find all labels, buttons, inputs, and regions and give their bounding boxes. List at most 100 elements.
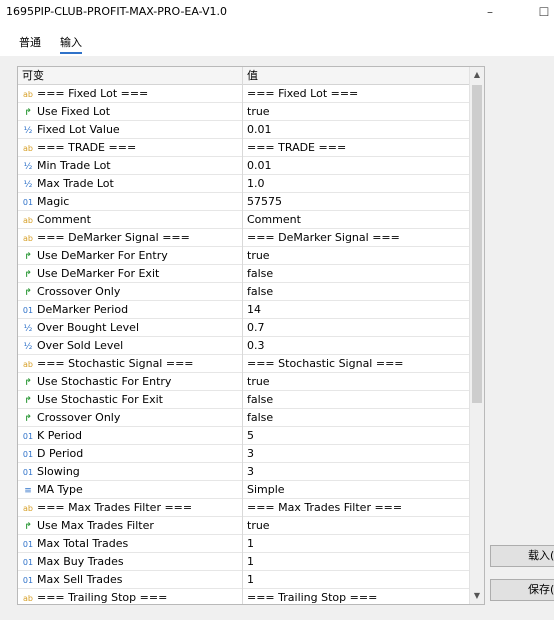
table-row[interactable]: 01 Slowing 3	[18, 463, 469, 481]
param-value-cell[interactable]: 0.7	[244, 319, 469, 337]
tab-common[interactable]: 普通	[19, 34, 41, 50]
save-button[interactable]: 保存(S)	[490, 579, 554, 601]
param-value-cell[interactable]: true	[244, 247, 469, 265]
table-row[interactable]: ab === Max Trades Filter === === Max Trade…	[18, 499, 469, 517]
param-value-cell[interactable]: 5	[244, 427, 469, 445]
param-value-cell[interactable]: === Trailing Stop ===	[244, 589, 469, 604]
param-name-cell: ab === Fixed Lot ===	[18, 85, 243, 103]
table-row[interactable]: ↱ Use Stochastic For Entry true	[18, 373, 469, 391]
param-name-cell: 01 D Period	[18, 445, 243, 463]
table-row[interactable]: 01 D Period 3	[18, 445, 469, 463]
table-row[interactable]: ab === Fixed Lot === === Fixed Lot ===	[18, 85, 469, 103]
double-type-icon: ½	[23, 162, 33, 172]
inputs-table[interactable]: 可变 值 ab === Fixed Lot === === Fixed Lot ==…	[17, 66, 485, 605]
param-name-cell: ab === Trailing Stop ===	[18, 589, 243, 604]
param-name: Over Bought Level	[37, 321, 140, 334]
param-value-cell[interactable]: === Max Trades Filter ===	[244, 499, 469, 517]
param-value-cell[interactable]: 0.3	[244, 337, 469, 355]
param-value-cell[interactable]: 57575	[244, 193, 469, 211]
table-row[interactable]: ab === Trailing Stop === === Trailing Stop…	[18, 589, 469, 604]
bool-type-icon: ↱	[24, 396, 32, 406]
table-row[interactable]: ↱ Use DeMarker For Exit false	[18, 265, 469, 283]
inputs-grid: 可变 值 ab === Fixed Lot === === Fixed Lot ==…	[18, 67, 469, 604]
param-name-cell: 01 K Period	[18, 427, 243, 445]
table-row[interactable]: ≡ MA Type Simple	[18, 481, 469, 499]
table-row[interactable]: ab === Stochastic Signal === === Stochasti…	[18, 355, 469, 373]
param-value-cell[interactable]: 1	[244, 553, 469, 571]
table-row[interactable]: ↱ Use DeMarker For Entry true	[18, 247, 469, 265]
table-row[interactable]: ↱ Use Fixed Lot true	[18, 103, 469, 121]
table-row[interactable]: ½ Max Trade Lot 1.0	[18, 175, 469, 193]
param-name: Fixed Lot Value	[37, 123, 120, 136]
param-value-cell[interactable]: 3	[244, 463, 469, 481]
param-value-cell[interactable]: 1.0	[244, 175, 469, 193]
param-name-cell: ↱ Use DeMarker For Exit	[18, 265, 243, 283]
table-row[interactable]: 01 DeMarker Period 14	[18, 301, 469, 319]
param-value-cell[interactable]: false	[244, 265, 469, 283]
column-header-value[interactable]: 值	[244, 67, 469, 85]
table-row[interactable]: ½ Min Trade Lot 0.01	[18, 157, 469, 175]
param-name: === Fixed Lot ===	[37, 87, 149, 100]
param-value-cell[interactable]: === DeMarker Signal ===	[244, 229, 469, 247]
table-row[interactable]: ↱ Crossover Only false	[18, 283, 469, 301]
table-row[interactable]: ab === TRADE === === TRADE ===	[18, 139, 469, 157]
table-row[interactable]: ab === DeMarker Signal === === DeMarker Si…	[18, 229, 469, 247]
scroll-up-arrow-icon[interactable]: ▲	[470, 68, 484, 82]
scrollbar-thumb[interactable]	[472, 85, 482, 403]
scroll-down-arrow-icon[interactable]: ▼	[470, 589, 484, 603]
param-value-cell[interactable]: Simple	[244, 481, 469, 499]
param-value-cell[interactable]: 1	[244, 535, 469, 553]
param-value-cell[interactable]: 0.01	[244, 157, 469, 175]
string-type-icon: ab	[23, 90, 33, 99]
param-value-cell[interactable]: 1	[244, 571, 469, 589]
param-value-cell[interactable]: false	[244, 391, 469, 409]
bool-type-icon: ↱	[24, 522, 32, 532]
param-value-cell[interactable]: 3	[244, 445, 469, 463]
param-value-cell[interactable]: false	[244, 283, 469, 301]
param-name: Max Trade Lot	[37, 177, 114, 190]
int-type-icon: 01	[22, 576, 34, 585]
param-name: Max Buy Trades	[37, 555, 124, 568]
param-value-cell[interactable]: false	[244, 409, 469, 427]
param-name: Use Stochastic For Entry	[37, 375, 172, 388]
table-row[interactable]: ½ Over Sold Level 0.3	[18, 337, 469, 355]
maximize-button[interactable]: ☐	[534, 3, 554, 21]
table-row[interactable]: ↱ Crossover Only false	[18, 409, 469, 427]
minimize-button[interactable]: –	[480, 3, 500, 21]
param-value-cell[interactable]: 14	[244, 301, 469, 319]
param-name: Use DeMarker For Entry	[37, 249, 168, 262]
table-row[interactable]: 01 Magic 57575	[18, 193, 469, 211]
table-row[interactable]: ½ Fixed Lot Value 0.01	[18, 121, 469, 139]
double-type-icon: ½	[23, 342, 33, 352]
table-row[interactable]: 01 K Period 5	[18, 427, 469, 445]
param-value-cell[interactable]: true	[244, 103, 469, 121]
param-value-cell[interactable]: === TRADE ===	[244, 139, 469, 157]
table-row[interactable]: 01 Max Sell Trades 1	[18, 571, 469, 589]
table-row[interactable]: 01 Max Buy Trades 1	[18, 553, 469, 571]
load-button[interactable]: 载入(L)	[490, 545, 554, 567]
param-name-cell: ↱ Use Max Trades Filter	[18, 517, 243, 535]
param-name-cell: ½ Over Sold Level	[18, 337, 243, 355]
tab-inputs[interactable]: 输入	[60, 34, 82, 54]
column-header-variable[interactable]: 可变	[18, 67, 243, 85]
param-name-cell: ↱ Use DeMarker For Entry	[18, 247, 243, 265]
table-row[interactable]: ↱ Use Max Trades Filter true	[18, 517, 469, 535]
param-value-cell[interactable]: true	[244, 373, 469, 391]
table-row[interactable]: ½ Over Bought Level 0.7	[18, 319, 469, 337]
table-row[interactable]: ab Comment Comment	[18, 211, 469, 229]
table-row[interactable]: ↱ Use Stochastic For Exit false	[18, 391, 469, 409]
vertical-scrollbar[interactable]: ▲ ▼	[469, 67, 484, 604]
param-value-cell[interactable]: === Stochastic Signal ===	[244, 355, 469, 373]
param-value-cell[interactable]: true	[244, 517, 469, 535]
param-name-cell: ↱ Use Stochastic For Entry	[18, 373, 243, 391]
param-value-cell[interactable]: === Fixed Lot ===	[244, 85, 469, 103]
window-title: 1695PIP-CLUB-PROFIT-MAX-PRO-EA-V1.0	[6, 5, 228, 18]
param-value-cell[interactable]: Comment	[244, 211, 469, 229]
int-type-icon: 01	[22, 306, 34, 315]
param-name-cell: ↱ Use Fixed Lot	[18, 103, 243, 121]
param-value-cell[interactable]: 0.01	[244, 121, 469, 139]
table-row[interactable]: 01 Max Total Trades 1	[18, 535, 469, 553]
bool-type-icon: ↱	[24, 288, 32, 298]
param-name: Use Max Trades Filter	[37, 519, 154, 532]
int-type-icon: 01	[22, 558, 34, 567]
